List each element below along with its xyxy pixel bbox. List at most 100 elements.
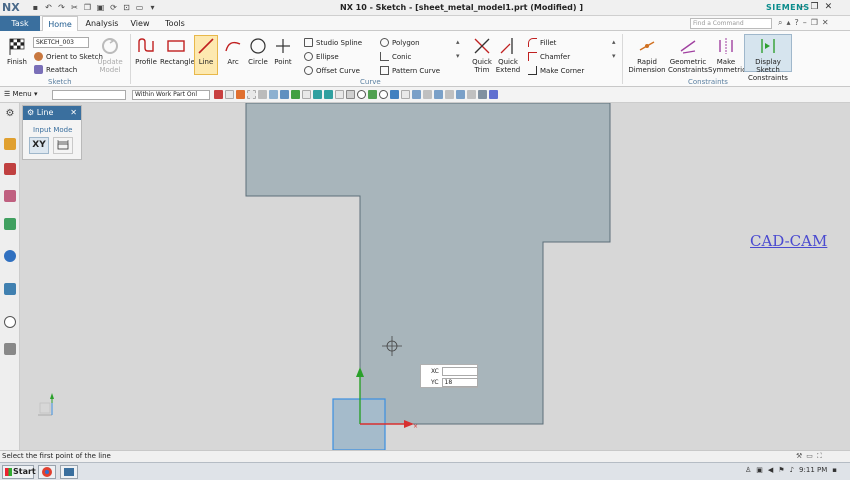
studio-spline-button[interactable]: Studio Spline (304, 38, 362, 47)
reattach-button[interactable]: Reattach (34, 65, 77, 74)
tab-view[interactable]: View (126, 16, 154, 31)
curve-gallery-up-icon[interactable]: ▴ (456, 38, 460, 46)
end-point-icon[interactable] (313, 90, 322, 99)
tray-user-icon[interactable]: ♙ (745, 466, 751, 474)
repeat-command-icon[interactable]: ⟳ (108, 2, 119, 13)
pattern-curve-button[interactable]: Pattern Curve (380, 66, 440, 75)
sketch-name-select[interactable]: SKETCH_003 (33, 37, 89, 48)
dialog-close-icon[interactable]: ✕ (70, 106, 77, 120)
make-symmetric-button[interactable]: Make Symmetric (708, 36, 746, 74)
display-sketch-constraints-button[interactable]: Display Sketch Constraints (744, 36, 792, 82)
existing-point-icon[interactable] (390, 90, 399, 99)
fit-icon[interactable] (434, 90, 443, 99)
line-button[interactable]: Line (194, 36, 218, 66)
tab-home[interactable]: Home (42, 16, 78, 31)
find-command-input[interactable]: Find a Command (690, 18, 772, 29)
snap-enable-icon[interactable] (236, 90, 245, 99)
assembly-navigator-icon[interactable] (4, 163, 16, 175)
point-on-face-icon[interactable] (401, 90, 410, 99)
circle-button[interactable]: Circle (246, 36, 270, 66)
status-window-icon[interactable]: ▭ (806, 452, 813, 461)
curve-gallery-down-icon[interactable]: ▾ (456, 52, 460, 60)
dialog-gear-icon[interactable]: ⚙ (27, 108, 34, 117)
sub-restore-icon[interactable]: ❐ (811, 18, 818, 28)
reuse-library-icon[interactable] (4, 218, 16, 230)
rapid-dimension-button[interactable]: Rapid Dimension (626, 36, 668, 74)
conic-button[interactable]: Conic (380, 52, 411, 61)
clock-icon[interactable] (4, 316, 16, 328)
taskbar-app-nx-icon[interactable] (60, 465, 78, 479)
control-point-icon[interactable] (335, 90, 344, 99)
profile-button[interactable]: Profile (134, 36, 158, 66)
render-style-icon[interactable] (423, 90, 432, 99)
sketch-viewport[interactable]: × (20, 103, 850, 450)
tray-volume-icon[interactable]: ♪ (790, 466, 794, 474)
update-model-button[interactable]: Update Model (96, 36, 124, 74)
redo-icon[interactable]: ↷ (56, 2, 67, 13)
ribbon-options-icon[interactable]: ▴ (786, 18, 790, 28)
tray-notify-icon[interactable]: ▪ (832, 466, 837, 474)
tray-flag-icon[interactable]: ⚑ (778, 466, 784, 474)
tab-analysis[interactable]: Analysis (82, 16, 122, 31)
tray-network-icon[interactable]: ▣ (756, 466, 763, 474)
fillet-button[interactable]: Fillet (528, 38, 556, 47)
arc-button[interactable]: Arc (222, 36, 244, 66)
wcs-icon[interactable] (456, 90, 465, 99)
parameter-mode-button[interactable] (53, 137, 73, 154)
grid-snap-icon[interactable] (291, 90, 300, 99)
selection-scope-select[interactable]: Within Work Part Onl (132, 90, 210, 100)
search-icon[interactable]: ⌕ (778, 18, 782, 28)
undo-icon[interactable]: ↶ (43, 2, 54, 13)
view-orient-icon[interactable] (412, 90, 421, 99)
minimize-icon[interactable]: – (800, 2, 805, 12)
edit-section-icon[interactable] (467, 90, 476, 99)
sub-close-icon[interactable]: ✕ (822, 18, 829, 28)
roles-icon[interactable] (4, 343, 16, 355)
polygon-button[interactable]: Polygon (380, 38, 420, 47)
edit-gallery-down-icon[interactable]: ▾ (612, 52, 616, 60)
web-browser-icon[interactable] (4, 250, 16, 262)
touch-mode-icon[interactable]: ⊡ (121, 2, 132, 13)
sub-minimize-icon[interactable]: – (803, 18, 807, 28)
quadrant-point-icon[interactable] (368, 90, 377, 99)
rectangle-select-icon[interactable] (247, 90, 256, 99)
restore-icon[interactable]: ❐ (811, 2, 819, 12)
save-icon[interactable]: ▪ (30, 2, 41, 13)
history-icon[interactable] (4, 283, 16, 295)
geometric-constraints-button[interactable]: Geometric Constraints (668, 36, 708, 74)
tab-task[interactable]: Task (0, 16, 40, 31)
help-icon[interactable]: ? (795, 18, 799, 28)
shaded-icon[interactable] (280, 90, 289, 99)
paste-icon[interactable]: ▣ (95, 2, 106, 13)
solid-body-icon[interactable] (269, 90, 278, 99)
status-tool-icon[interactable]: ⚒ (796, 452, 802, 461)
point-button[interactable]: Point (272, 36, 294, 66)
point-on-curve-icon[interactable] (379, 90, 388, 99)
quick-trim-button[interactable]: Quick Trim (468, 36, 496, 74)
settings-gear-icon[interactable]: ⚙ (4, 108, 16, 120)
taskbar-app-chrome-icon[interactable] (38, 465, 56, 479)
close-icon[interactable]: ✕ (825, 2, 833, 12)
coordinate-mode-button[interactable]: XY (29, 137, 49, 154)
mid-point-icon[interactable] (324, 90, 333, 99)
make-corner-button[interactable]: Make Corner (528, 66, 584, 75)
tray-speaker-icon[interactable]: ◀ (768, 466, 773, 474)
arc-center-icon[interactable] (357, 90, 366, 99)
filter-reset-icon[interactable] (214, 90, 223, 99)
select-all-icon[interactable] (225, 90, 234, 99)
finish-button[interactable]: Finish (4, 36, 30, 66)
quick-extend-button[interactable]: Quick Extend (494, 36, 522, 74)
window-icon[interactable]: ▭ (134, 2, 145, 13)
yc-input[interactable]: 18 (441, 378, 478, 387)
cut-icon[interactable]: ✂ (69, 2, 80, 13)
clipping-icon[interactable] (478, 90, 487, 99)
orient-to-sketch-button[interactable]: Orient to Sketch (34, 52, 103, 61)
xc-input[interactable] (441, 367, 478, 376)
intersection-icon[interactable] (346, 90, 355, 99)
curve-snap-icon[interactable] (302, 90, 311, 99)
offset-curve-button[interactable]: Offset Curve (304, 66, 360, 75)
constraint-navigator-icon[interactable] (4, 190, 16, 202)
lasso-select-icon[interactable] (258, 90, 267, 99)
tab-tools[interactable]: Tools (158, 16, 192, 31)
ellipse-button[interactable]: Ellipse (304, 52, 339, 61)
